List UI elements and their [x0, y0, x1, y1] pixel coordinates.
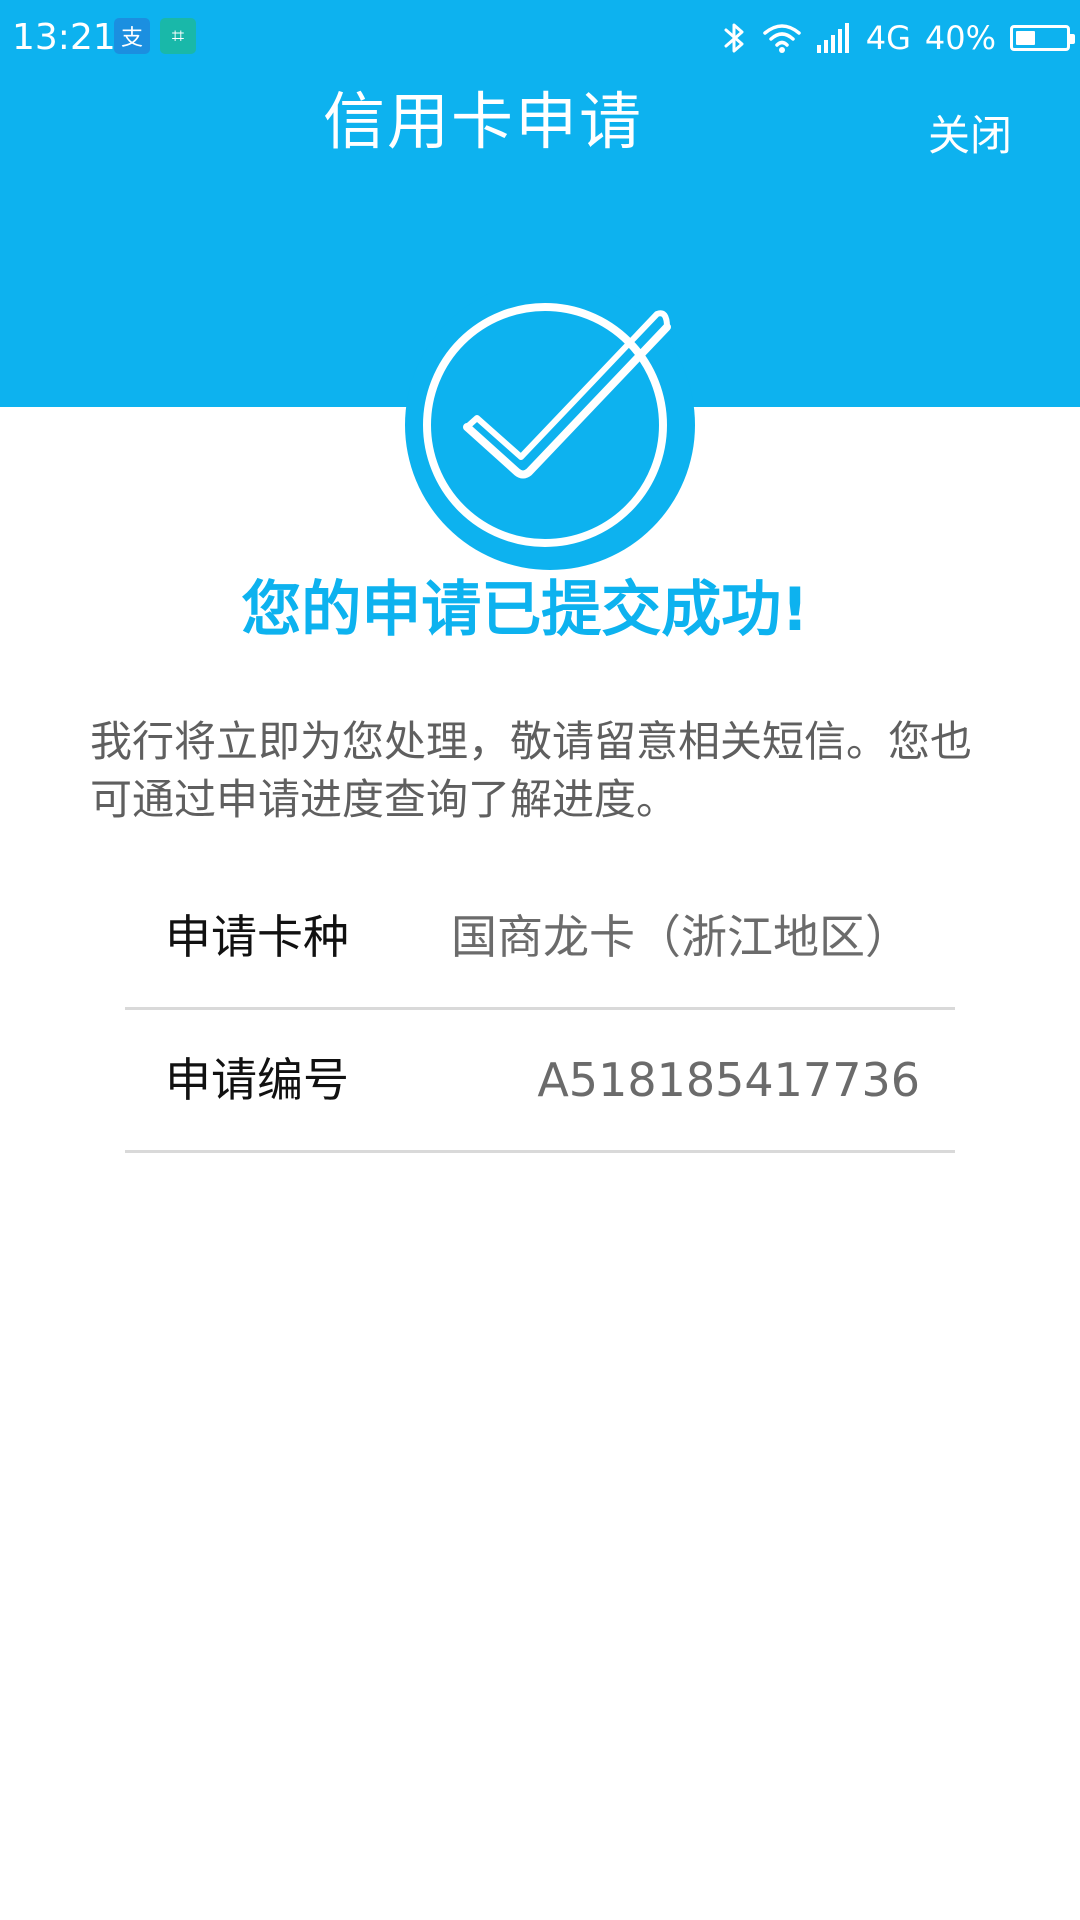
status-bar: 13:21 支 ⌗ 4G 40%: [0, 0, 1080, 78]
card-type-row: 申请卡种 国商龙卡（浙江地区）: [125, 867, 955, 1010]
application-number-label: 申请编号: [165, 1053, 349, 1107]
bluetooth-icon: [724, 23, 744, 53]
signal-icon: [816, 23, 849, 53]
battery-icon: [1010, 25, 1075, 51]
success-message: 您的申请已提交成功!: [241, 575, 809, 645]
alipay-icon: 支: [114, 18, 150, 54]
scan-icon: ⌗: [160, 18, 196, 54]
description-text: 我行将立即为您处理，敬请留意相关短信。您也可通过申请进度查询了解进度。: [90, 717, 973, 824]
screen: 13:21 支 ⌗ 4G 40% 信用卡申请 关闭 您的申请已提交成功! 我行将…: [0, 0, 1080, 1920]
page-title: 信用卡申请: [322, 85, 643, 158]
card-type-label: 申请卡种: [165, 910, 349, 964]
wifi-icon: [762, 24, 801, 53]
card-type-value: 国商龙卡（浙江地区）: [451, 910, 911, 964]
close-button[interactable]: 关闭: [928, 108, 1012, 164]
status-indicators: 4G 40%: [722, 16, 1075, 60]
battery-percent: 40%: [924, 19, 996, 57]
status-time: 13:21: [12, 17, 116, 58]
application-number-row: 申请编号 A518185417736: [125, 1010, 955, 1153]
network-type: 4G: [865, 19, 911, 57]
battery-level: [1016, 31, 1035, 45]
application-number-value: A518185417736: [537, 1053, 920, 1107]
check-circle-icon: [405, 290, 695, 570]
